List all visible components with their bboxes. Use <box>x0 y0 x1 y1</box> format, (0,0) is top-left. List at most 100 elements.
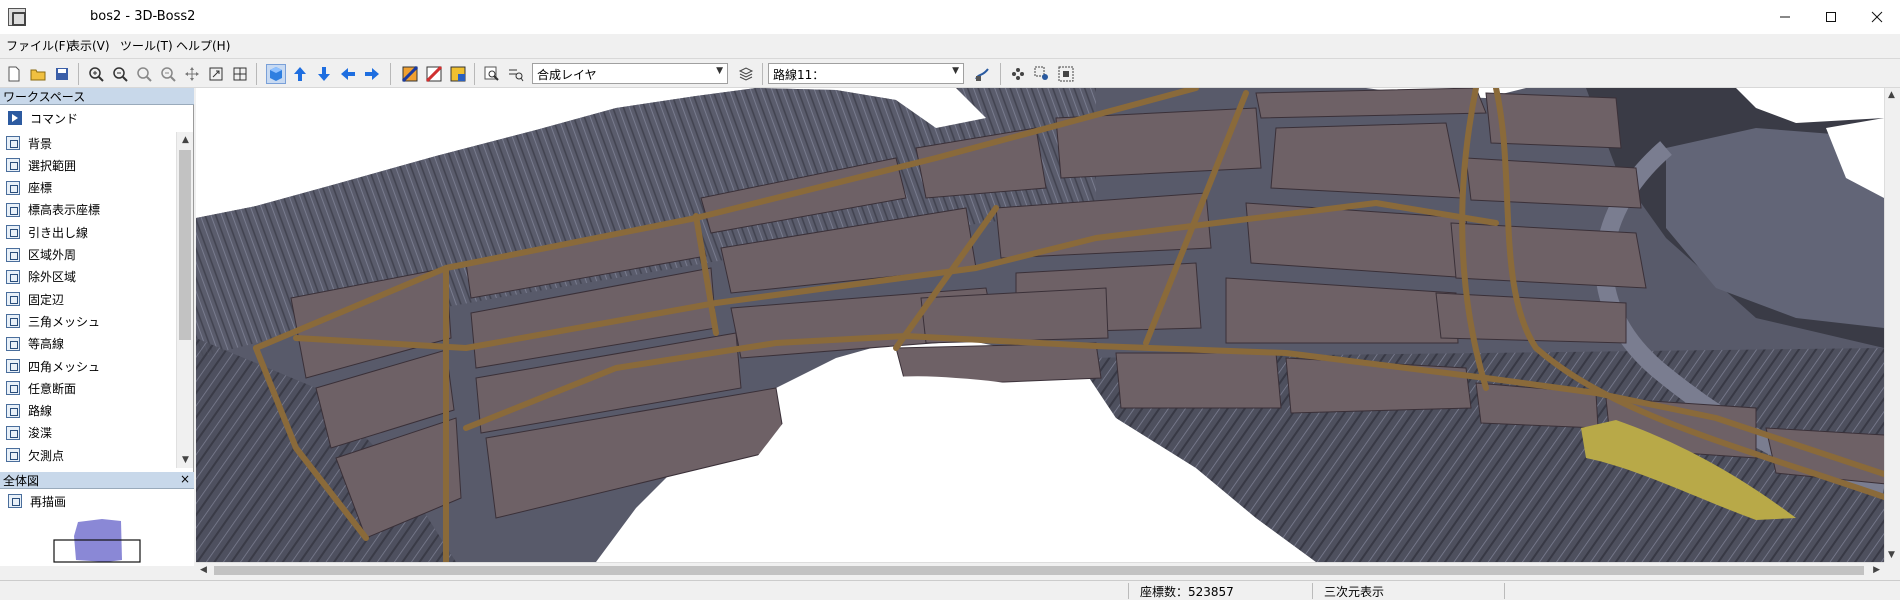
menu-view[interactable]: 表示(V) <box>68 37 110 54</box>
zoom-in-button[interactable] <box>86 64 106 84</box>
app-window: bos2 - 3D-Boss2 ファイル(F) 表示(V) ツール(T) ヘルプ… <box>0 0 1900 600</box>
route-select[interactable]: 路線11： ▼ <box>768 63 964 84</box>
workspace-item[interactable]: 任意断面 <box>0 377 175 399</box>
layer-search-button[interactable] <box>506 64 526 84</box>
workspace-item-label: 三角メッシュ <box>28 314 101 329</box>
redraw-icon <box>8 494 22 508</box>
workspace-item[interactable]: 選択範囲 <box>0 154 175 176</box>
workspace-item-label: 等高線 <box>28 337 65 352</box>
layer-stack-button[interactable] <box>736 64 756 84</box>
overview-header: 全体図 × <box>0 472 194 489</box>
search-icon <box>484 66 499 81</box>
workspace-item[interactable]: 欠測点 <box>0 444 175 466</box>
rotate-up-button[interactable] <box>290 64 310 84</box>
shading-alt-icon <box>426 66 442 82</box>
scroll-right-icon[interactable]: ▶ <box>1873 565 1880 575</box>
menu-help[interactable]: ヘルプ(H) <box>176 37 230 54</box>
overview-panel: 全体図 × 再描画 <box>0 472 194 566</box>
layer-node-icon <box>6 314 20 329</box>
workspace-item[interactable]: 座標 <box>0 177 175 199</box>
layer-node-icon <box>6 336 20 351</box>
workspace-item[interactable]: 引き出し線 <box>0 221 175 243</box>
area-select-icon <box>1058 66 1074 82</box>
view-3d-button[interactable] <box>266 64 286 84</box>
layer-node-icon <box>6 247 20 262</box>
workspace-item[interactable]: 三角メッシュ <box>0 310 175 332</box>
command-icon <box>8 111 22 125</box>
new-file-button[interactable] <box>4 64 24 84</box>
zoom-prev-button[interactable] <box>134 64 154 84</box>
3d-viewport[interactable] <box>196 88 1884 562</box>
rotate-right-button[interactable] <box>362 64 382 84</box>
menu-tools[interactable]: ツール(T) <box>120 37 173 54</box>
workspace-item[interactable]: 四角メッシュ <box>0 355 175 377</box>
workspace-item[interactable]: 除外区域 <box>0 266 175 288</box>
zoom-previous-icon <box>137 67 152 82</box>
minimize-button[interactable] <box>1762 0 1808 34</box>
select-points-button[interactable] <box>1008 64 1028 84</box>
close-button[interactable] <box>1854 0 1900 34</box>
menu-file[interactable]: ファイル(F) <box>6 37 70 54</box>
shading-button-1[interactable] <box>400 64 420 84</box>
route-select-value: 路線11： <box>773 68 825 82</box>
grid-view-button[interactable] <box>230 64 250 84</box>
plot <box>1450 222 1647 289</box>
workspace-item-label: 座標 <box>28 181 53 196</box>
scroll-up-icon[interactable]: ▲ <box>177 132 194 148</box>
arrow-up-icon <box>294 67 306 81</box>
workspace-item[interactable]: 区域外周 <box>0 244 175 266</box>
select-group-button[interactable] <box>1032 64 1052 84</box>
overview-canvas[interactable] <box>10 512 184 566</box>
route-tool-icon <box>975 68 989 81</box>
workspace-header: ワークスペース <box>0 88 194 105</box>
pan-button[interactable] <box>182 64 202 84</box>
layer-select-value: 合成レイヤ <box>537 68 597 82</box>
layer-node-icon <box>6 359 20 373</box>
scroll-left-icon[interactable]: ◀ <box>200 565 207 575</box>
layer-select[interactable]: 合成レイヤ ▼ <box>532 63 728 84</box>
overview-close-button[interactable]: × <box>180 472 190 486</box>
viewport-vertical-scrollbar[interactable]: ▲ ▼ <box>1884 88 1900 562</box>
workspace-item[interactable]: 等高線 <box>0 333 175 355</box>
plot <box>920 287 1109 344</box>
workspace-item[interactable]: 固定辺 <box>0 288 175 310</box>
horizontal-scroll-thumb[interactable] <box>214 566 1864 575</box>
workspace-item-label: 選択範囲 <box>28 158 77 173</box>
arrow-left-icon <box>341 68 355 80</box>
layer-node-icon <box>6 292 20 307</box>
layer-node-icon <box>6 269 20 284</box>
zoom-window-button[interactable] <box>158 64 178 84</box>
grid-icon <box>233 67 247 81</box>
workspace-item-label: 四角メッシュ <box>28 359 101 374</box>
command-node[interactable]: コマンド <box>0 107 194 129</box>
shading-button-2[interactable] <box>424 64 444 84</box>
open-button[interactable] <box>28 64 48 84</box>
maximize-icon <box>1826 12 1836 22</box>
scroll-down-icon[interactable]: ▼ <box>177 452 194 468</box>
viewport-horizontal-scrollbar[interactable]: ◀ ▶ <box>196 562 1884 578</box>
arrow-down-icon <box>318 67 330 81</box>
workspace-scrollbar[interactable]: ▲ ▼ <box>176 132 193 468</box>
workspace-scroll-thumb[interactable] <box>179 150 191 340</box>
layer-node-icon <box>6 403 20 418</box>
fit-view-button[interactable] <box>206 64 226 84</box>
rotate-down-button[interactable] <box>314 64 334 84</box>
select-area-button[interactable] <box>1056 64 1076 84</box>
scroll-down-icon[interactable]: ▼ <box>1888 550 1895 560</box>
shading-button-3[interactable] <box>448 64 468 84</box>
workspace-item[interactable]: 背景 <box>0 132 175 154</box>
workspace-item[interactable]: 路線 <box>0 400 175 422</box>
save-button[interactable] <box>52 64 72 84</box>
rotate-left-button[interactable] <box>338 64 358 84</box>
route-tool-button[interactable] <box>972 64 992 84</box>
zoom-out-icon <box>113 67 128 82</box>
workspace-item[interactable]: 標高表示座標 <box>0 199 175 221</box>
color-shading-icon <box>450 66 466 82</box>
redraw-node[interactable]: 再描画 <box>0 490 194 512</box>
maximize-button[interactable] <box>1808 0 1854 34</box>
scroll-up-icon[interactable]: ▲ <box>1888 90 1895 100</box>
zoom-in-icon <box>89 67 104 82</box>
workspace-item[interactable]: 浚渫 <box>0 422 175 444</box>
search-button[interactable] <box>482 64 502 84</box>
zoom-out-button[interactable] <box>110 64 130 84</box>
